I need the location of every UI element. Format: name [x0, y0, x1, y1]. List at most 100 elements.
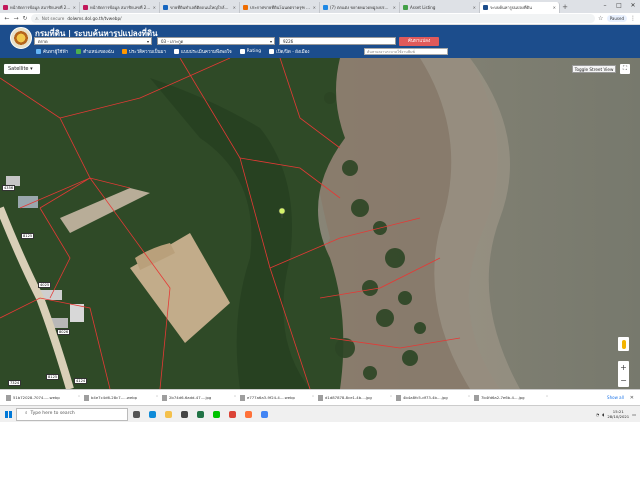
notifications-icon[interactable]: ▭: [632, 412, 636, 417]
taskbar-search-input[interactable]: ⌕ Type here to search: [16, 407, 128, 421]
close-window-button[interactable]: ✕: [626, 0, 640, 13]
app-glyph: [260, 410, 268, 418]
satellite-imagery: [0, 58, 640, 389]
close-tab-icon[interactable]: ✕: [73, 2, 76, 13]
map-canvas[interactable]: Satellite ▾ Toggle Street View ⛶ + − 435…: [0, 58, 640, 389]
toolbar-item[interactable]: แบบประเมินความพึงพอใจ: [174, 48, 232, 55]
toggle-street-view-button[interactable]: Toggle Street View: [572, 65, 616, 73]
fullscreen-icon[interactable]: ⛶: [620, 64, 630, 74]
star-icon[interactable]: ☆: [598, 15, 604, 22]
system-tray: ◔ ◖ 15:21 28/10/2021 ▭: [596, 409, 640, 419]
show-all-downloads-button[interactable]: Show all: [601, 395, 630, 400]
profile-button[interactable]: Paused: [606, 15, 627, 22]
line-icon[interactable]: [208, 406, 224, 423]
toolbar-item[interactable]: ตำแหน่งของฉัน: [76, 48, 114, 55]
download-list: 51b72028-7074-....webp ˄ b4e7c4d6-28c7-...…: [4, 392, 550, 404]
search-parcel-button[interactable]: ค้นหาแปลง: [399, 37, 439, 46]
chevron-up-icon[interactable]: ˄: [156, 395, 158, 400]
download-item[interactable]: e777a6a3-9f24-4....webp ˄: [238, 392, 316, 404]
browser-tab[interactable]: (7) ตกแต่ง ขยายหมวดหมู่ลงประกาศ ✕: [320, 2, 400, 13]
parcel-number-input[interactable]: 9226: [279, 37, 396, 45]
firefox-icon[interactable]: [240, 406, 256, 423]
parcel-label: 8125: [46, 374, 60, 380]
security-status: Not secure: [41, 16, 65, 21]
toolbar-item[interactable]: Rating: [239, 49, 261, 54]
zoom-out-button[interactable]: −: [618, 374, 629, 387]
chevron-up-icon[interactable]: ˄: [234, 395, 236, 400]
close-tab-icon[interactable]: ✕: [233, 2, 236, 13]
task-view-icon[interactable]: [128, 406, 144, 423]
chrome-icon[interactable]: [224, 406, 240, 423]
tab-list: หน้าจัดการข้อมูล สมาชิกเลขที่ 22775 ✕ หน้า…: [0, 2, 560, 13]
edge-icon[interactable]: [144, 406, 160, 423]
chevron-up-icon[interactable]: ˄: [546, 395, 548, 400]
district-select[interactable]: 03 - เกาะกูด ▾: [157, 37, 275, 45]
url-input[interactable]: ⚠ Not secure dolwms.dol.go.th/tvwebp/: [31, 14, 595, 23]
province-value: ตราด: [38, 39, 48, 44]
close-icon[interactable]: ✕: [630, 395, 640, 401]
download-filename: 2b74d6-6add-47....jpg: [169, 395, 212, 400]
windows-start-icon[interactable]: [0, 406, 16, 423]
parcel-label: 4025: [38, 282, 52, 288]
chevron-up-icon[interactable]: ˄: [468, 395, 470, 400]
file-explorer-icon[interactable]: [160, 406, 176, 423]
basemap-label: Satellite: [8, 66, 29, 72]
chevron-up-icon[interactable]: ˄: [390, 395, 392, 400]
province-select[interactable]: ตราด ▾: [34, 37, 152, 45]
network-icon[interactable]: ◔: [596, 412, 600, 417]
volume-icon[interactable]: ◖: [602, 412, 604, 417]
excel-icon[interactable]: [192, 406, 208, 423]
download-item[interactable]: 7b4fd6a2-7e6b-4....jpg ˄: [472, 392, 550, 404]
download-item[interactable]: b4e7c4d6-28c7-....webp ˄: [82, 392, 160, 404]
tool-icon: [76, 49, 82, 54]
search-icon: ⌕: [25, 411, 28, 416]
store-icon[interactable]: [176, 406, 192, 423]
close-tab-icon[interactable]: ✕: [153, 2, 156, 13]
toolbar-item[interactable]: ค้นหาผู้ใช้ฟ้า: [36, 48, 68, 55]
browser-tab[interactable]: ระบบค้นหารูปแปลงที่ดิน ✕: [480, 2, 560, 13]
close-tab-icon[interactable]: ✕: [473, 2, 476, 13]
pegman-icon[interactable]: [618, 337, 629, 351]
chevron-up-icon[interactable]: ˄: [78, 395, 80, 400]
browser-tab[interactable]: Asset Listing ✕: [400, 2, 480, 13]
clock[interactable]: 15:21 28/10/2021: [607, 409, 629, 419]
download-item[interactable]: 4b4a8fc5-df73-4b....jpg ˄: [394, 392, 472, 404]
browser-tab[interactable]: หน้าจัดการข้อมูล สมาชิกเลขที่ 22775 ✕: [80, 2, 160, 13]
download-filename: d1d87878-8ce1-4b....jpg: [325, 395, 372, 400]
browser-tab[interactable]: ขายที่ดินทำเลดีติดถนนใหญ่ใกล้ชุมชน ✕: [160, 2, 240, 13]
favicon-icon: [403, 5, 408, 10]
taskbar: ⌕ Type here to search ◔ ◖ 15:21 28/10/20…: [0, 405, 640, 422]
zoom-in-button[interactable]: +: [618, 361, 629, 374]
download-item[interactable]: 2b74d6-6add-47....jpg ˄: [160, 392, 238, 404]
close-tab-icon[interactable]: ✕: [393, 2, 396, 13]
back-icon[interactable]: ←: [4, 15, 10, 22]
close-tab-icon[interactable]: ✕: [313, 2, 316, 13]
menu-icon[interactable]: ⋮: [630, 15, 636, 22]
parcel-label: 4356: [2, 185, 16, 191]
basemap-toggle[interactable]: Satellite ▾: [4, 64, 40, 74]
favicon-icon: [3, 5, 8, 10]
download-item[interactable]: 51b72028-7074-....webp ˄: [4, 392, 82, 404]
minimize-button[interactable]: –: [598, 0, 612, 13]
close-tab-icon[interactable]: ✕: [553, 2, 556, 13]
browser-tab[interactable]: หน้าจัดการข้อมูล สมาชิกเลขที่ 22775 ✕: [0, 2, 80, 13]
taskbar-apps: [128, 406, 272, 423]
reload-icon[interactable]: ↻: [22, 15, 28, 22]
download-item[interactable]: d1d87878-8ce1-4b....jpg ˄: [316, 392, 394, 404]
new-tab-button[interactable]: +: [560, 2, 570, 13]
chrome-icon[interactable]: [256, 406, 272, 423]
maximize-button[interactable]: □: [612, 0, 626, 13]
forward-icon[interactable]: →: [13, 15, 19, 22]
browser-tab[interactable]: ประกาศขายที่ดินโฉนดตราครุฑ - DDproperty✕: [240, 2, 320, 13]
toolbar-item[interactable]: ประวัติความเป็นมา: [121, 48, 166, 55]
tab-label: ระบบค้นหารูปแปลงที่ดิน: [490, 5, 532, 10]
window-controls: – □ ✕: [598, 0, 640, 13]
download-filename: 4b4a8fc5-df73-4b....jpg: [403, 395, 448, 400]
favicon-icon: [83, 5, 88, 10]
chevron-up-icon[interactable]: ˄: [312, 395, 314, 400]
tool-icon: [36, 49, 41, 54]
file-icon: [396, 394, 401, 401]
regulation-search-input[interactable]: ค้นหาผลงานระบาดใช้งานพิมพ์: [364, 48, 448, 55]
toolbar-item[interactable]: เปิด/ปิด - ผังเมือง: [269, 48, 310, 55]
tool-icon: [239, 49, 245, 54]
